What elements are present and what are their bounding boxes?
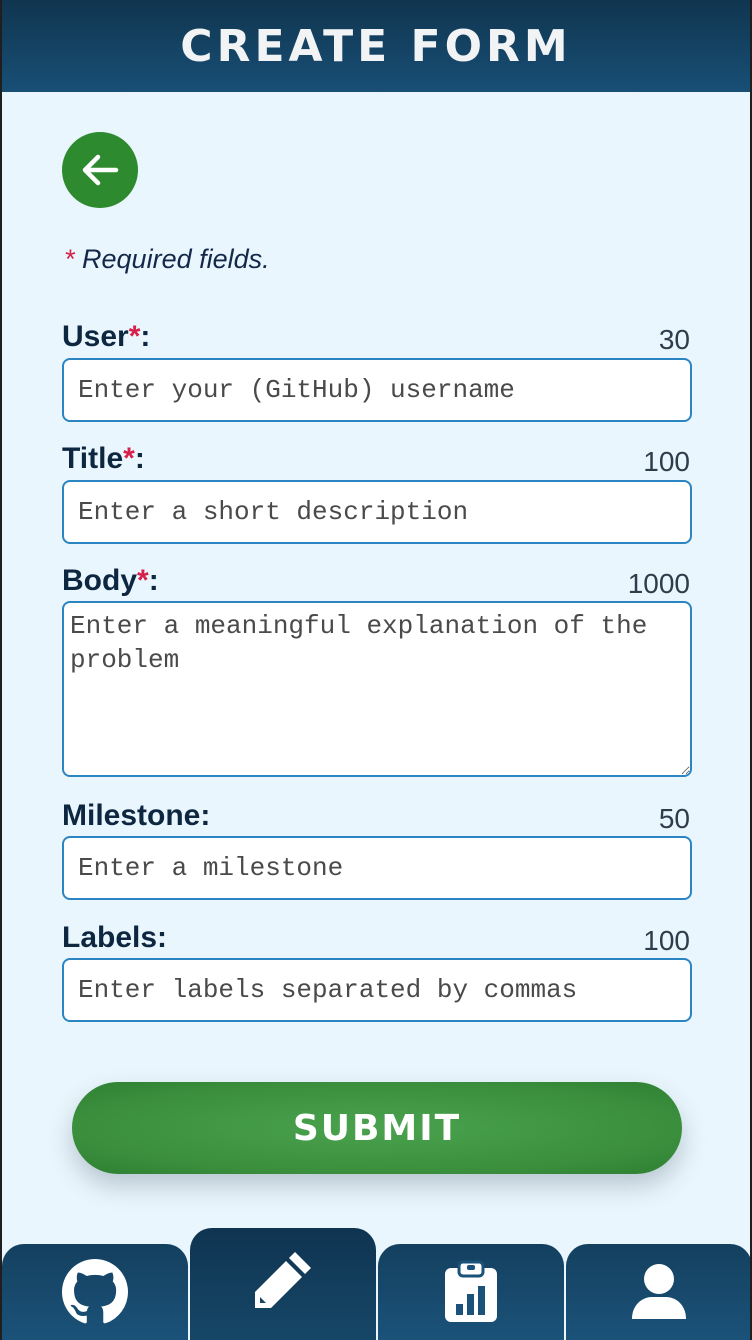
- user-label-colon: :: [140, 320, 151, 353]
- body-required-star: *: [137, 564, 149, 597]
- user-input[interactable]: [62, 358, 692, 422]
- milestone-char-limit: 50: [658, 803, 690, 834]
- required-note-text: Required fields.: [82, 244, 270, 274]
- clipboard-chart-icon: [445, 1260, 497, 1322]
- labels-label-colon: :: [157, 921, 168, 954]
- body-label-text: Body: [62, 564, 137, 597]
- title-label: Title*:: [62, 442, 145, 476]
- tab-create-form[interactable]: [190, 1228, 376, 1340]
- milestone-label-text: Milestone: [62, 799, 201, 832]
- header: CREATE FORM: [2, 0, 750, 92]
- user-label: User*:: [62, 320, 150, 354]
- title-label-text: Title: [62, 442, 124, 475]
- labels-input[interactable]: [62, 958, 692, 1022]
- tab-github[interactable]: [2, 1244, 188, 1340]
- milestone-label: Milestone:: [62, 799, 210, 833]
- pencil-icon: [255, 1252, 311, 1308]
- body-textarea[interactable]: [62, 601, 692, 777]
- arrow-left-icon: [82, 154, 119, 186]
- title-input[interactable]: [62, 480, 692, 544]
- user-label-text: User: [62, 320, 129, 353]
- page-title: CREATE FORM: [180, 20, 572, 72]
- body-char-limit: 1000: [627, 568, 690, 599]
- title-char-limit: 100: [643, 446, 690, 477]
- bottom-tab-bar: [2, 1228, 750, 1340]
- milestone-label-colon: :: [200, 799, 211, 832]
- user-required-star: *: [128, 320, 141, 353]
- app-frame: CREATE FORM * Required fields. User*: 30…: [2, 0, 750, 1340]
- tab-profile[interactable]: [566, 1244, 750, 1340]
- labels-char-limit: 100: [643, 925, 690, 956]
- labels-label: Labels:: [62, 921, 167, 955]
- title-required-star: *: [123, 442, 135, 475]
- github-icon: [62, 1259, 128, 1324]
- required-note: * Required fields.: [64, 244, 270, 275]
- submit-button[interactable]: SUBMIT: [72, 1082, 682, 1174]
- tab-dashboard[interactable]: [378, 1244, 564, 1340]
- milestone-input[interactable]: [62, 836, 692, 900]
- back-button[interactable]: [62, 132, 138, 208]
- user-icon: [632, 1264, 686, 1319]
- labels-label-text: Labels: [62, 921, 158, 954]
- title-label-colon: :: [134, 442, 145, 475]
- user-char-limit: 30: [658, 324, 690, 355]
- body-label-colon: :: [148, 564, 159, 597]
- required-star: *: [64, 244, 75, 274]
- body-label: Body*:: [62, 564, 159, 598]
